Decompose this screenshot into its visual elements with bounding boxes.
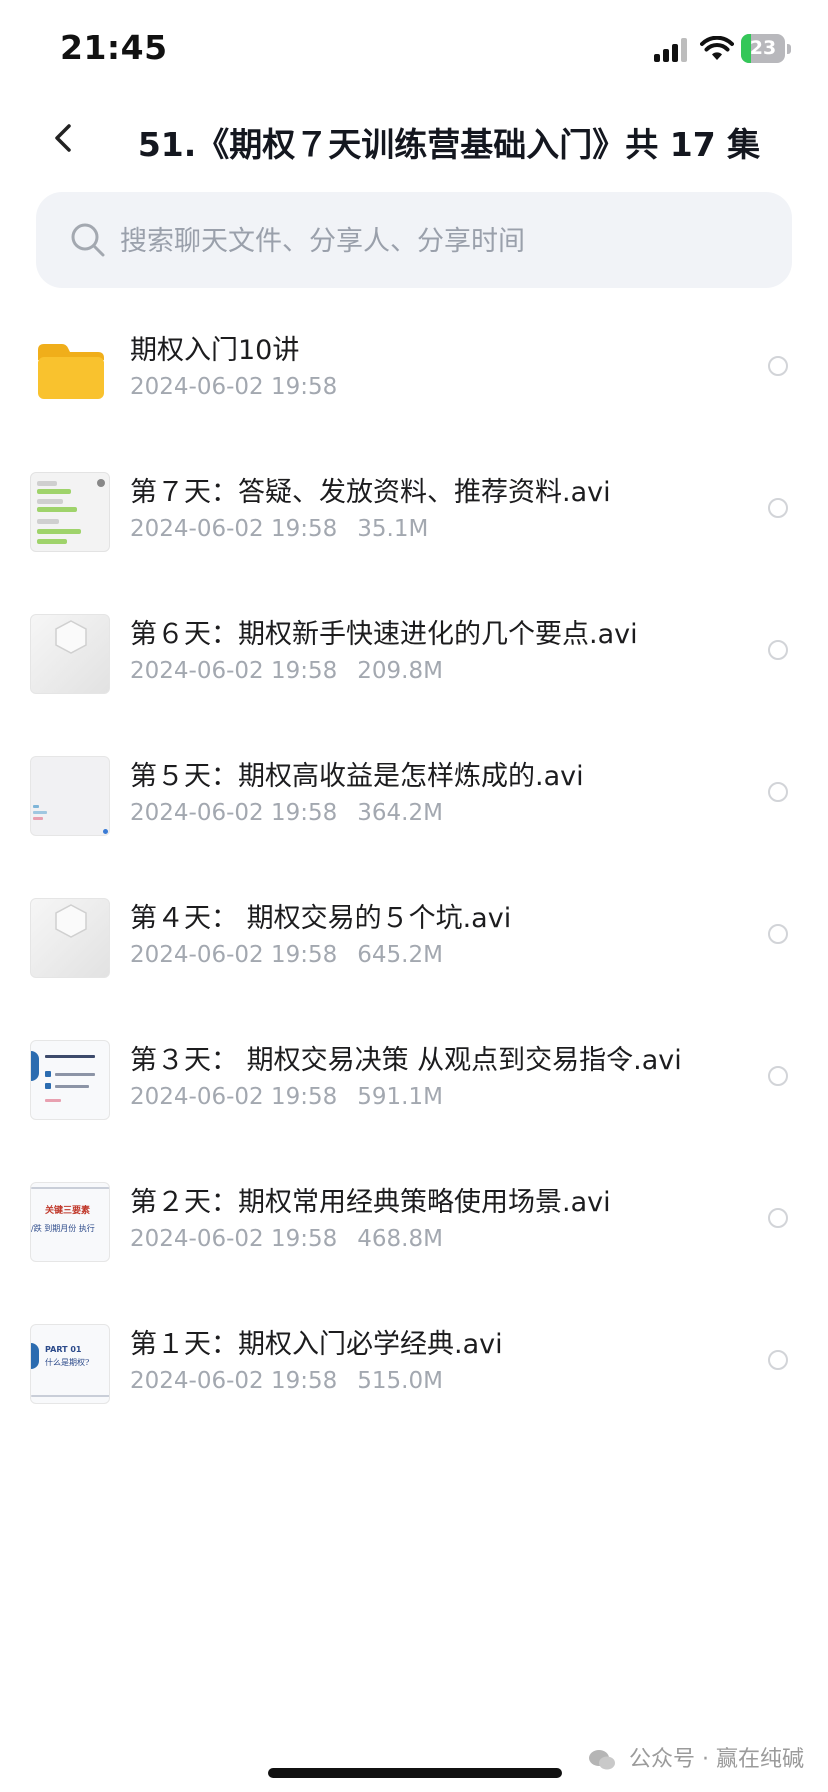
video-thumbnail [30,472,110,552]
file-row[interactable]: 第５天：期权高收益是怎样炼成的.avi 2024-06-02 19:58 364.… [0,722,828,864]
status-bar: 21:45 23 [0,0,828,100]
file-name: 期权入门10讲 [130,335,300,366]
file-name: 第３天： 期权交易决策 从观点到交易指令.avi [130,1045,682,1076]
file-name: 第７天：答疑、发放资料、推荐资料.avi [130,477,611,508]
home-indicator[interactable] [268,1768,562,1778]
file-row[interactable]: 第６天：期权新手快速进化的几个要点.avi 2024-06-02 19:58 20… [0,580,828,722]
nav-bar: 51.《期权７天训练营基础入门》共 17 集 [0,100,828,180]
select-radio[interactable] [768,356,788,376]
file-date: 2024-06-02 19:58 [130,800,338,826]
file-row[interactable]: 关键三要素 /跌 到期月份 执行 第２天：期权常用经典策略使用场景.avi 20… [0,1148,828,1290]
file-meta: 2024-06-02 19:58 645.2M [130,942,443,968]
page-title: 51.《期权７天训练营基础入门》共 17 集 [137,125,761,164]
battery-icon: 23 [741,34,791,63]
file-row[interactable]: 第３天： 期权交易决策 从观点到交易指令.avi 2024-06-02 19:5… [0,1006,828,1148]
wechat-icon [589,1750,616,1770]
back-button[interactable] [40,116,88,164]
file-row[interactable]: PART 01 什么是期权? 第１天：期权入门必学经典.avi 2024-06-… [0,1290,828,1432]
file-row[interactable]: 第４天： 期权交易的５个坑.avi 2024-06-02 19:58 645.2M [0,864,828,1006]
search-icon [71,223,105,257]
select-radio[interactable] [768,498,788,518]
video-thumbnail [30,898,110,978]
search-bar[interactable] [36,192,792,288]
file-name: 第１天：期权入门必学经典.avi [130,1329,503,1360]
file-size: 591.1M [357,1084,443,1110]
video-thumbnail: 关键三要素 /跌 到期月份 执行 [30,1182,110,1262]
file-date: 2024-06-02 19:58 [130,1368,338,1394]
file-size: 515.0M [357,1368,443,1394]
file-row[interactable]: 期权入门10讲 2024-06-02 19:58 [0,296,828,438]
thumb-heading: PART 01 [45,1345,82,1354]
file-date: 2024-06-02 19:58 [130,374,338,400]
watermark-text: 公众号 · 赢在纯碱 [629,1747,804,1772]
cellular-signal-icon [654,38,688,62]
file-meta: 2024-06-02 19:58 [130,374,337,400]
video-thumbnail: PART 01 什么是期权? [30,1324,110,1404]
file-size: 209.8M [357,658,443,684]
file-date: 2024-06-02 19:58 [130,516,338,542]
file-meta: 2024-06-02 19:58 209.8M [130,658,443,684]
select-radio[interactable] [768,924,788,944]
thumb-line: /跌 到期月份 执行 [31,1224,95,1233]
file-meta: 2024-06-02 19:58 591.1M [130,1084,443,1110]
file-name: 第５天：期权高收益是怎样炼成的.avi [130,761,584,792]
hexagon-icon [55,620,87,654]
status-time: 21:45 [60,28,168,67]
hexagon-icon [55,904,87,938]
select-radio[interactable] [768,782,788,802]
select-radio[interactable] [768,1066,788,1086]
select-radio[interactable] [768,1350,788,1370]
file-date: 2024-06-02 19:58 [130,1084,338,1110]
battery-level: 23 [749,37,777,59]
video-thumbnail [30,1040,110,1120]
file-meta: 2024-06-02 19:58 364.2M [130,800,443,826]
select-radio[interactable] [768,1208,788,1228]
file-name: 第２天：期权常用经典策略使用场景.avi [130,1187,611,1218]
file-meta: 2024-06-02 19:58 35.1M [130,516,428,542]
watermark: 公众号 · 赢在纯碱 [588,1741,804,1773]
file-date: 2024-06-02 19:58 [130,942,338,968]
thumb-line: 什么是期权? [45,1358,90,1367]
file-size: 645.2M [357,942,443,968]
file-size: 35.1M [357,516,429,542]
file-name: 第６天：期权新手快速进化的几个要点.avi [130,619,638,650]
file-row[interactable]: 第７天：答疑、发放资料、推荐资料.avi 2024-06-02 19:58 35.… [0,438,828,580]
file-date: 2024-06-02 19:58 [130,1226,338,1252]
file-meta: 2024-06-02 19:58 515.0M [130,1368,443,1394]
file-name: 第４天： 期权交易的５个坑.avi [130,903,512,934]
wifi-icon [700,36,734,60]
file-size: 468.8M [357,1226,443,1252]
folder-icon [30,330,110,410]
select-radio[interactable] [768,640,788,660]
file-date: 2024-06-02 19:58 [130,658,338,684]
chevron-left-icon [55,124,71,152]
video-thumbnail [30,614,110,694]
file-size: 364.2M [357,800,443,826]
file-meta: 2024-06-02 19:58 468.8M [130,1226,443,1252]
video-thumbnail [30,756,110,836]
file-list: 期权入门10讲 2024-06-02 19:58 第７天：答疑、发放资料、推荐资… [0,296,828,1432]
thumb-heading: 关键三要素 [45,1206,91,1216]
search-input[interactable] [118,212,762,270]
